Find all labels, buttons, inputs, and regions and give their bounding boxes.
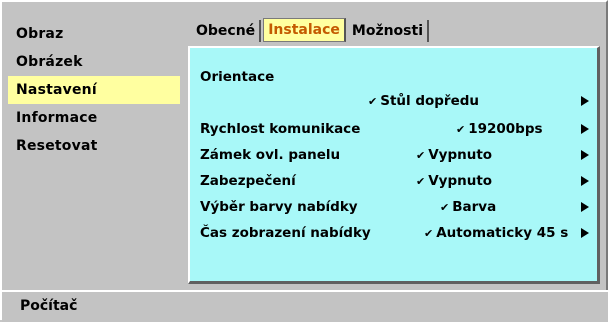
- projector-menu-window: Obraz Obrázek Nastavení Informace Reseto…: [0, 0, 608, 322]
- arrow-right-icon[interactable]: [581, 96, 589, 106]
- setting-label: Zámek ovl. panelu: [200, 147, 341, 163]
- setting-row-menu-display-time[interactable]: Čas zobrazení nabídky ✔ Automaticky 45 s: [200, 222, 591, 244]
- setting-value: ✔ Vypnuto: [416, 147, 493, 163]
- setting-value: ✔ Automaticky 45 s: [424, 225, 569, 241]
- setting-orientation-label-row: Orientace: [200, 66, 591, 88]
- check-icon: ✔: [456, 123, 466, 136]
- setting-label: Čas zobrazení nabídky: [200, 225, 371, 241]
- check-icon: ✔: [440, 201, 450, 214]
- setting-row-panel-lock[interactable]: Zámek ovl. panelu ✔ Vypnuto: [200, 144, 591, 166]
- sidebar-item-nastaveni[interactable]: Nastavení: [8, 76, 180, 104]
- arrow-right-icon[interactable]: [581, 228, 589, 238]
- arrow-right-icon[interactable]: [581, 176, 589, 186]
- arrow-right-icon[interactable]: [581, 124, 589, 134]
- tab-moznosti[interactable]: Možnosti: [348, 20, 429, 42]
- tab-obecne[interactable]: Obecné: [192, 20, 262, 42]
- arrow-right-icon[interactable]: [581, 150, 589, 160]
- check-icon: ✔: [368, 95, 378, 108]
- settings-panel: Orientace ✔ Stůl dopředu Rychlost komunik…: [188, 46, 600, 284]
- check-icon: ✔: [416, 175, 426, 188]
- setting-row-menu-color[interactable]: Výběr barvy nabídky ✔ Barva: [200, 196, 591, 218]
- source-label: Počítač: [20, 298, 78, 314]
- tab-instalace[interactable]: Instalace: [263, 18, 346, 42]
- check-icon: ✔: [424, 227, 434, 240]
- setting-row-security[interactable]: Zabezpečení ✔ Vypnuto: [200, 170, 591, 192]
- setting-value: ✔ 19200bps: [456, 121, 543, 137]
- sidebar-item-obraz[interactable]: Obraz: [8, 20, 180, 48]
- sidebar-item-resetovat[interactable]: Resetovat: [8, 132, 180, 160]
- tab-bar: Obecné Instalace Možnosti: [192, 18, 431, 42]
- sidebar-item-informace[interactable]: Informace: [8, 104, 180, 132]
- arrow-right-icon[interactable]: [581, 202, 589, 212]
- check-icon: ✔: [416, 149, 426, 162]
- setting-label: Rychlost komunikace: [200, 121, 361, 137]
- setting-label: Zabezpečení: [200, 173, 296, 189]
- setting-orientation-row[interactable]: ✔ Stůl dopředu: [200, 90, 591, 112]
- setting-value: ✔ Vypnuto: [416, 173, 493, 189]
- setting-value: ✔ Stůl dopředu: [368, 93, 480, 109]
- sidebar-menu: Obraz Obrázek Nastavení Informace Reseto…: [8, 20, 180, 160]
- setting-label: Výběr barvy nabídky: [200, 199, 358, 215]
- setting-label: Orientace: [200, 69, 275, 85]
- setting-row-communication-speed[interactable]: Rychlost komunikace ✔ 19200bps: [200, 118, 591, 140]
- setting-value: ✔ Barva: [440, 199, 497, 215]
- sidebar-item-obrazek[interactable]: Obrázek: [8, 48, 180, 76]
- status-bar: Počítač: [2, 290, 608, 322]
